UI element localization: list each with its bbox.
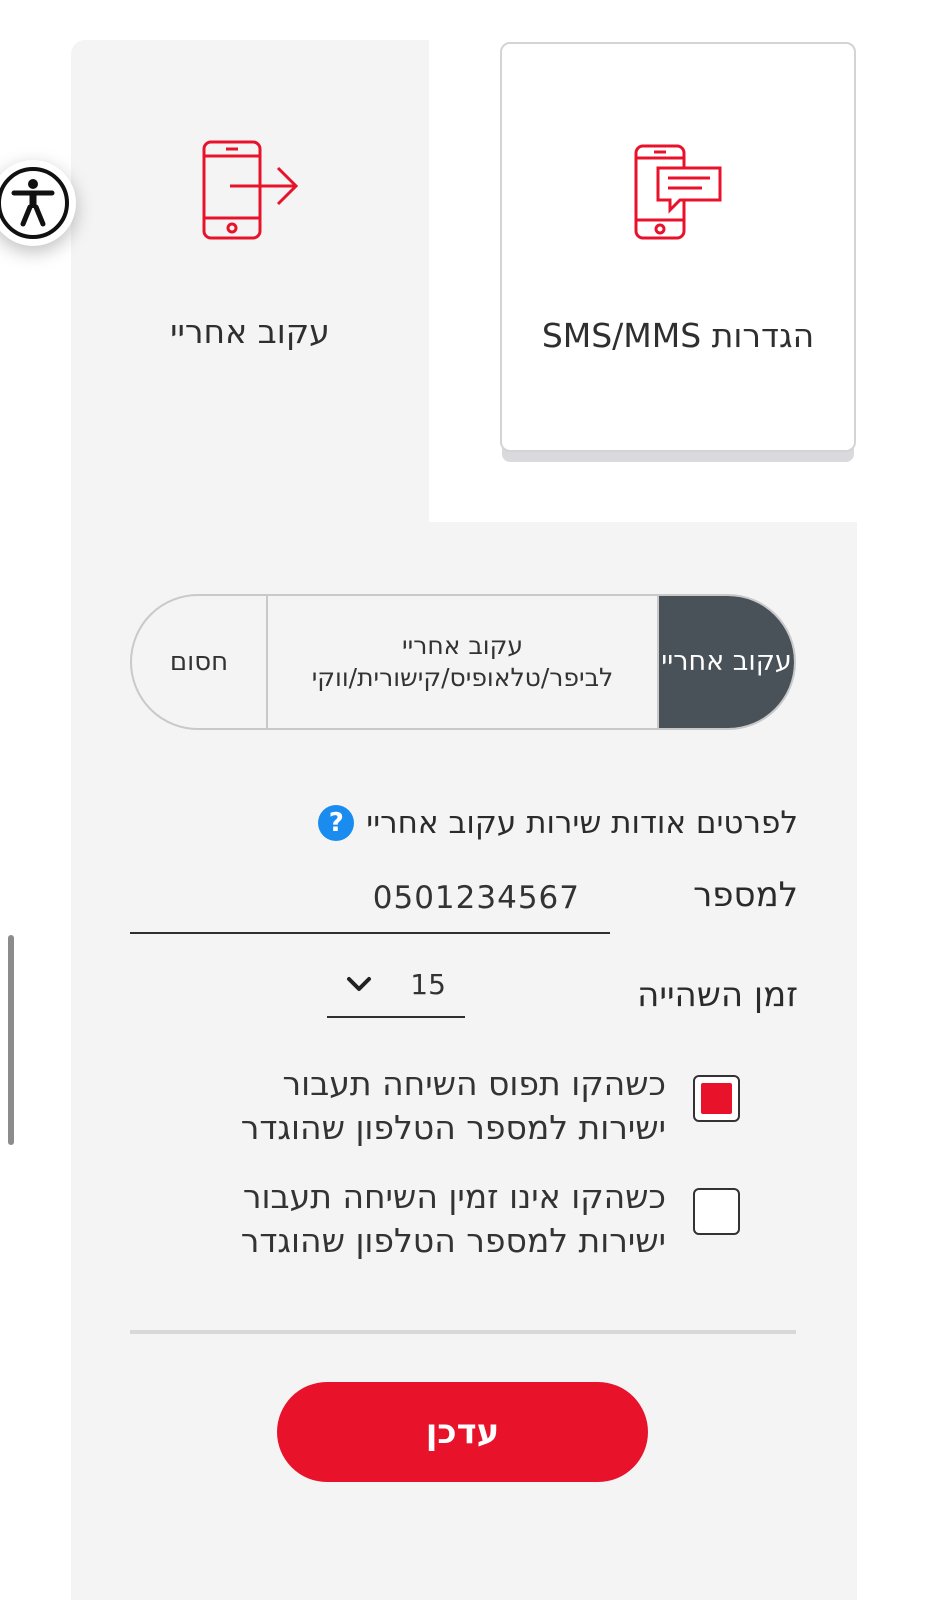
option-line: ישירות למספר הטלפון שהוגדר: [240, 1221, 666, 1260]
option-line: כשהקו תפוס השיחה תעבור: [282, 1064, 666, 1103]
segment-label: עקוב אחריי: [402, 631, 523, 660]
phone-forward-icon: [202, 140, 299, 240]
help-icon[interactable]: ?: [318, 805, 355, 841]
chevron-down-icon: [347, 977, 372, 991]
update-button[interactable]: עדכן: [277, 1382, 648, 1482]
page: הגדרות SMS/MMS עקוב אחריי חסום עקוב אחרי…: [0, 0, 926, 1600]
segment-follow-me-pager[interactable]: עקוב אחריי לביפר/טלאופיס/קישורית/ווקי: [268, 596, 659, 728]
unavailable-forward-checkbox[interactable]: [693, 1188, 740, 1235]
busy-forward-label: כשהקו תפוס השיחה תעבור ישירות למספר הטלפ…: [146, 1062, 666, 1150]
scrollbar[interactable]: [8, 935, 14, 1145]
segment-follow-me-active[interactable]: עקוב אחריי: [659, 596, 794, 728]
tile-label: הגדרות SMS/MMS: [541, 316, 815, 355]
accessibility-icon: [11, 179, 55, 227]
forwarding-mode-selector: חסום עקוב אחריי לביפר/טלאופיס/קישורית/וו…: [130, 594, 796, 730]
info-text: לפרטים אודות שירות עקוב אחריי: [366, 805, 798, 841]
option-line: ישירות למספר הטלפון שהוגדר: [240, 1108, 666, 1147]
number-label: למספר: [693, 875, 798, 915]
tile-label: עקוב אחריי: [170, 312, 330, 351]
unavailable-forward-label: כשהקו אינו זמין השיחה תעבור ישירות למספר…: [146, 1175, 666, 1263]
segment-label: לביפר/טלאופיס/קישורית/ווקי: [311, 663, 614, 692]
divider: [130, 1330, 796, 1334]
segment-block[interactable]: חסום: [132, 596, 268, 728]
tile-sms-mms-settings[interactable]: הגדרות SMS/MMS: [500, 42, 856, 452]
accessibility-button[interactable]: [0, 160, 76, 246]
option-line: כשהקו אינו זמין השיחה תעבור: [242, 1177, 666, 1216]
phone-number-input[interactable]: 0501234567: [130, 870, 610, 934]
delay-select[interactable]: 15: [327, 952, 465, 1018]
busy-forward-checkbox[interactable]: [693, 1075, 740, 1122]
phone-chat-icon: [634, 144, 722, 240]
delay-label: זמן השהייה: [637, 975, 798, 1015]
tile-follow-me[interactable]: עקוב אחריי: [71, 40, 429, 450]
delay-value: 15: [410, 967, 446, 1001]
service-info-link[interactable]: לפרטים אודות שירות עקוב אחריי ?: [318, 805, 798, 841]
phone-number-value: 0501234567: [372, 880, 580, 916]
